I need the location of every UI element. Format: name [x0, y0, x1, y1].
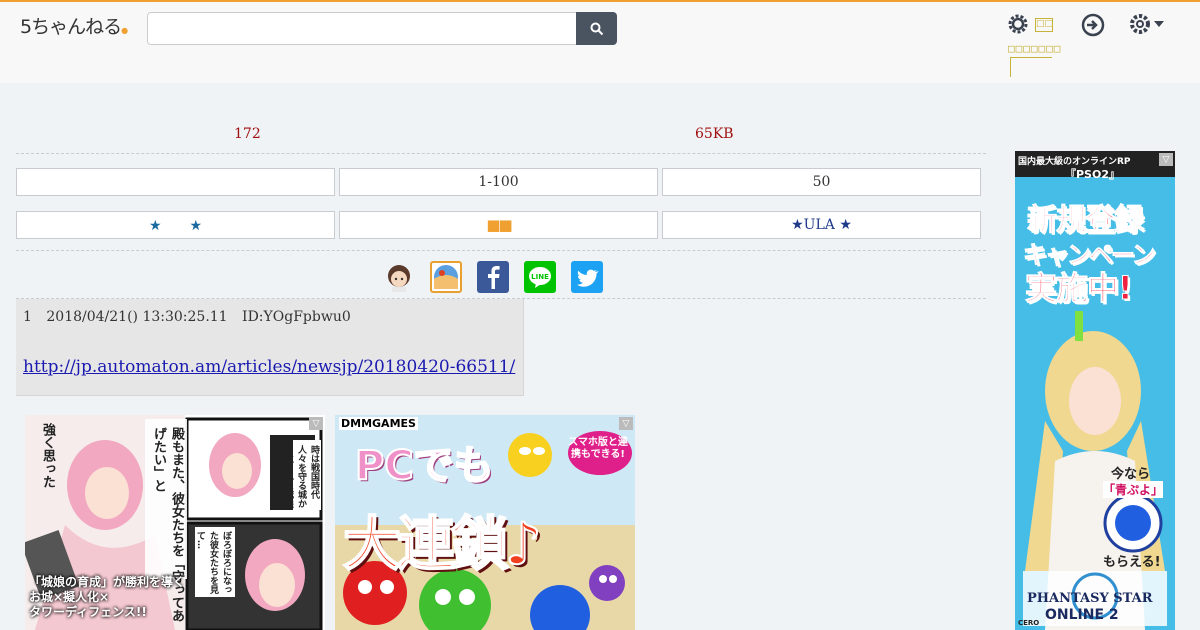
nav-button-view[interactable]: ■■ [339, 211, 658, 239]
ad-banner-pso2[interactable]: 国内最大級のオンラインRP 『PSO2』 新規登録 キャンペーン 実施中! 今な… [1015, 151, 1175, 630]
ad-info-icon[interactable]: ▽ [309, 417, 323, 430]
ad-logo: PHANTASY STAR [1027, 591, 1153, 606]
gear-divider [1010, 57, 1011, 77]
line-icon[interactable]: LINE [524, 261, 556, 293]
post-number[interactable]: 1 [23, 309, 32, 325]
ad-promo: 今なら [1111, 467, 1151, 482]
ad-headline: PCでも [354, 442, 495, 490]
ad-bubble-text: ぼろぼろになった彼女たちを見て… [197, 531, 231, 594]
ad-headline: 実施中! [1025, 269, 1134, 308]
search-button[interactable] [576, 12, 617, 45]
divider [16, 250, 986, 251]
ad-caption-line: タワーディフェンス!! [29, 605, 147, 619]
ad-promo: 「青ぷよ」 [1103, 481, 1164, 498]
thread-size: 65KB [695, 126, 734, 142]
login-icon[interactable] [1080, 12, 1106, 38]
gear-sublabel: □□□□□□□ [1008, 42, 1062, 55]
ad-top-line: 『PSO2』 [1065, 168, 1120, 181]
divider [16, 153, 986, 154]
response-count: 172 [234, 126, 261, 142]
ad-bubble-text: 強く思った [40, 423, 55, 488]
post-id[interactable]: ID:YOgFpbwu0 [242, 309, 351, 325]
ad-caption-line: 「城娘の育成」が勝利を導く [29, 575, 186, 589]
ad-headline: 新規登録 [1027, 203, 1145, 239]
gear-label: □□ [1035, 18, 1053, 32]
ad-caption: 「城娘の育成」が勝利を導く お城×擬人化× タワーディフェンス!! [29, 575, 185, 620]
nav-button-first-100[interactable]: 1-100 [339, 168, 658, 196]
dot-icon[interactable] [430, 261, 462, 293]
ad-rating: CERO [1018, 619, 1040, 627]
search-input[interactable] [147, 12, 577, 45]
gear-divider-horizontal [1010, 57, 1052, 58]
ad-brand: DMMGAMES [339, 417, 418, 430]
logo-text: 5ちゃんねる [20, 16, 122, 38]
twitter-icon[interactable] [571, 261, 603, 293]
logo-dot: ● [121, 26, 128, 35]
ad-caption-line: お城×擬人化× [29, 590, 110, 604]
post-link[interactable]: http://jp.automaton.am/articles/newsjp/2… [23, 357, 515, 377]
nav-button-ula[interactable]: ★ULA ★ [662, 211, 981, 239]
ad-promo: もらえる! [1103, 555, 1161, 570]
share-bar: LINE [383, 261, 603, 293]
ad-bubble-text: 時は戦国時代 人々を守る城から生まれた城娘たち [296, 445, 319, 508]
ad-logo: ONLINE 2 [1045, 607, 1119, 623]
ad-info-icon[interactable]: ▽ [1159, 153, 1173, 166]
post-date: 2018/04/21() 13:30:25.11 [46, 309, 228, 325]
nav-button-favorite[interactable]: ★ ★ [16, 211, 335, 239]
svg-text:LINE: LINE [531, 273, 549, 281]
site-logo[interactable]: 5ちゃんねる● [20, 12, 128, 39]
post-1: 1 2018/04/21() 13:30:25.11 ID:YOgFpbwu0 … [16, 299, 524, 396]
settings-gear-dropdown-icon[interactable] [1128, 12, 1168, 38]
ad-banner-castle-game[interactable]: 殿もまた、彼女たちを「守ってあげたい」と 強く思った 時は戦国時代 人々を守る城… [25, 415, 325, 630]
top-header: 5ちゃんねる● □□ □□□□□□□ [0, 0, 1200, 83]
ad-headline-main: 大連鎖♪ [342, 509, 543, 579]
post-header: 1 2018/04/21() 13:30:25.11 ID:YOgFpbwu0 [23, 309, 361, 325]
avatar-icon[interactable] [383, 261, 415, 293]
gear-icon[interactable] [1006, 12, 1030, 36]
ad-banner-puyo[interactable]: DMMGAMES PCでも 大連鎖♪ スマホ版と連携もできる! ▽ [335, 415, 635, 630]
ad-bubble-text: スマホ版と連携もできる! [568, 437, 628, 460]
nav-button-all[interactable] [16, 168, 335, 196]
nav-button-last-50[interactable]: 50 [662, 168, 981, 196]
ad-info-icon[interactable]: ▽ [619, 417, 633, 430]
facebook-icon[interactable] [477, 261, 509, 293]
search-icon [590, 22, 603, 35]
